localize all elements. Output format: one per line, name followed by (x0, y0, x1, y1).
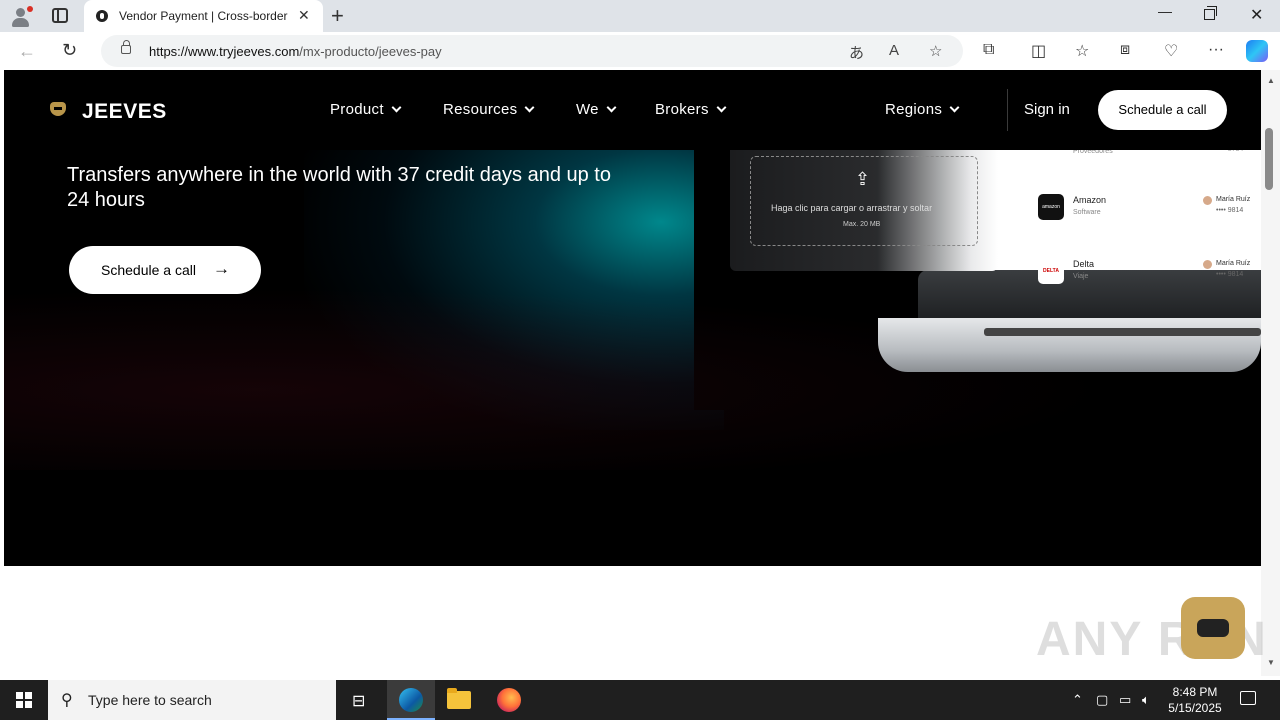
tray-chevron-up-icon[interactable]: ⌃ (1072, 692, 1083, 708)
favorite-star-icon[interactable]: ☆ (929, 42, 942, 60)
nav-resources[interactable]: Resources (443, 101, 535, 118)
taskbar-clock[interactable]: 8:48 PM 5/15/2025 (1166, 684, 1224, 716)
vendor-name: Delta (1073, 259, 1095, 269)
profile-icon[interactable] (10, 6, 33, 28)
vendor-user: María Ruíz (1202, 260, 1251, 269)
browser-essentials-icon[interactable]: ♡ (1164, 41, 1178, 61)
vendor-row-delta: DELTA Delta Viaje María Ruíz •••• 9814 (1038, 258, 1258, 298)
vendor-user: María Ruíz (1202, 196, 1251, 205)
tab-title: Vendor Payment | Cross-border | (119, 9, 291, 23)
scroll-down-icon[interactable]: ▼ (1267, 658, 1275, 667)
scroll-up-icon[interactable]: ▲ (1267, 76, 1275, 85)
search-icon: ⚲ (61, 692, 73, 709)
nav-schedule-call-button[interactable]: Schedule a call (1098, 90, 1227, 130)
chevron-down-icon (524, 102, 535, 113)
site-favicon-icon (96, 10, 108, 22)
sign-in-link[interactable]: Sign in (1024, 101, 1070, 118)
page-viewport: Proveedores •••• 8734 amazon Amazon Soft… (4, 70, 1261, 676)
nav-we[interactable]: We (576, 101, 617, 118)
address-bar[interactable]: https://www.tryjeeves.com/mx-producto/je… (101, 35, 963, 67)
clock-date: 5/15/2025 (1168, 701, 1222, 715)
scroll-thumb[interactable] (1265, 128, 1273, 190)
vendor-category: Software (1073, 209, 1101, 216)
notifications-icon[interactable] (1240, 691, 1256, 705)
more-menu-icon[interactable]: ··· (1208, 41, 1224, 59)
translate-icon[interactable]: あ (849, 42, 864, 63)
vendor-account: •••• 9814 (1216, 207, 1244, 214)
nav-product[interactable]: Product (330, 101, 402, 118)
vendor-account: •••• 9814 (1216, 271, 1244, 278)
tab-close-icon[interactable]: ✕ (298, 7, 310, 24)
volume-icon[interactable]: 🔈︎ (1142, 692, 1150, 708)
lion-logo-icon (48, 100, 68, 122)
taskbar-file-explorer[interactable] (435, 680, 483, 720)
hero-headline: Transfers anywhere in the world with 37 … (67, 164, 611, 211)
chat-widget-button[interactable] (1181, 597, 1245, 659)
delta-logo: DELTA (1038, 258, 1064, 284)
upload-card: ⇪ Haga clic para cargar o arrastrar y so… (730, 142, 998, 271)
browser-tab-active[interactable]: Vendor Payment | Cross-border | ✕ (84, 0, 323, 32)
windows-start-icon[interactable] (16, 692, 32, 708)
browser-tab-bar: Vendor Payment | Cross-border | ✕ + — ✕ (0, 0, 1280, 32)
copilot-icon[interactable] (1246, 40, 1268, 62)
page-scrollbar[interactable]: ▲ ▼ (1261, 70, 1280, 676)
new-tab-icon[interactable]: + (331, 3, 344, 29)
windows-taskbar: ⚲ Type here to search ⊟ ⌃ ▢ ▭ 🔈︎ 8:48 PM… (0, 680, 1280, 720)
read-aloud-icon[interactable]: A (889, 42, 899, 59)
window-close-icon[interactable]: ✕ (1250, 5, 1263, 25)
tab-actions-icon[interactable] (52, 8, 68, 23)
nav-regions[interactable]: Regions (885, 101, 960, 118)
laptop-keyboard (984, 328, 1261, 336)
laptop-base (878, 318, 1261, 372)
network-icon[interactable]: ▭ (1119, 692, 1131, 708)
lock-icon[interactable] (121, 40, 131, 54)
arrow-right-icon: → (213, 259, 230, 278)
clock-time: 8:48 PM (1172, 685, 1218, 699)
nav-divider (1007, 89, 1008, 131)
taskbar-firefox[interactable] (485, 680, 533, 720)
cloud-upload-icon: ⇪ (855, 169, 871, 189)
chevron-down-icon (716, 102, 727, 113)
upload-instructions: Haga clic para cargar o arrastrar y solt… (771, 203, 933, 213)
site-navbar: JEEVES Product Resources We Brokers Regi… (4, 70, 1261, 150)
back-icon[interactable]: ← (18, 41, 36, 62)
upload-dropzone: ⇪ Haga clic para cargar o arrastrar y so… (750, 156, 978, 246)
search-placeholder: Type here to search (88, 692, 212, 708)
url-text[interactable]: https://www.tryjeeves.com/mx-producto/je… (149, 44, 442, 59)
tray-device-icon[interactable]: ▢ (1096, 692, 1108, 708)
restore-icon[interactable] (1204, 6, 1217, 20)
taskbar-edge[interactable] (387, 680, 435, 720)
favorites-icon[interactable]: ☆ (1075, 41, 1089, 61)
nav-brokers[interactable]: Brokers (655, 101, 727, 118)
vendor-category: Viaje (1073, 273, 1089, 280)
hero-schedule-call-button[interactable]: Schedule a call → (69, 246, 261, 294)
folder-icon (447, 688, 471, 709)
firefox-icon (497, 688, 521, 712)
reload-icon[interactable]: ↻ (62, 40, 77, 61)
task-view-icon[interactable]: ⊟ (352, 691, 365, 711)
split-screen-icon[interactable]: ◫ (1031, 41, 1046, 61)
amazon-logo: amazon (1038, 194, 1064, 220)
minimize-icon[interactable]: — (1158, 3, 1172, 19)
edge-icon (399, 688, 423, 712)
extensions-icon[interactable]: ⧉ (983, 41, 994, 59)
vendor-name: Amazon (1073, 195, 1107, 205)
chevron-down-icon (391, 102, 402, 113)
vendor-row-amazon: amazon Amazon Software María Ruíz •••• 9… (1038, 194, 1258, 234)
logo-wordmark: JEEVES (82, 100, 167, 123)
collections-icon[interactable]: ⧈ (1120, 41, 1130, 59)
taskbar-search[interactable]: ⚲ Type here to search (48, 680, 336, 720)
chevron-down-icon (949, 102, 960, 113)
chevron-down-icon (606, 102, 617, 113)
upload-max-size: Max. 20 MB (843, 221, 881, 228)
hero-button-label: Schedule a call (101, 262, 196, 278)
